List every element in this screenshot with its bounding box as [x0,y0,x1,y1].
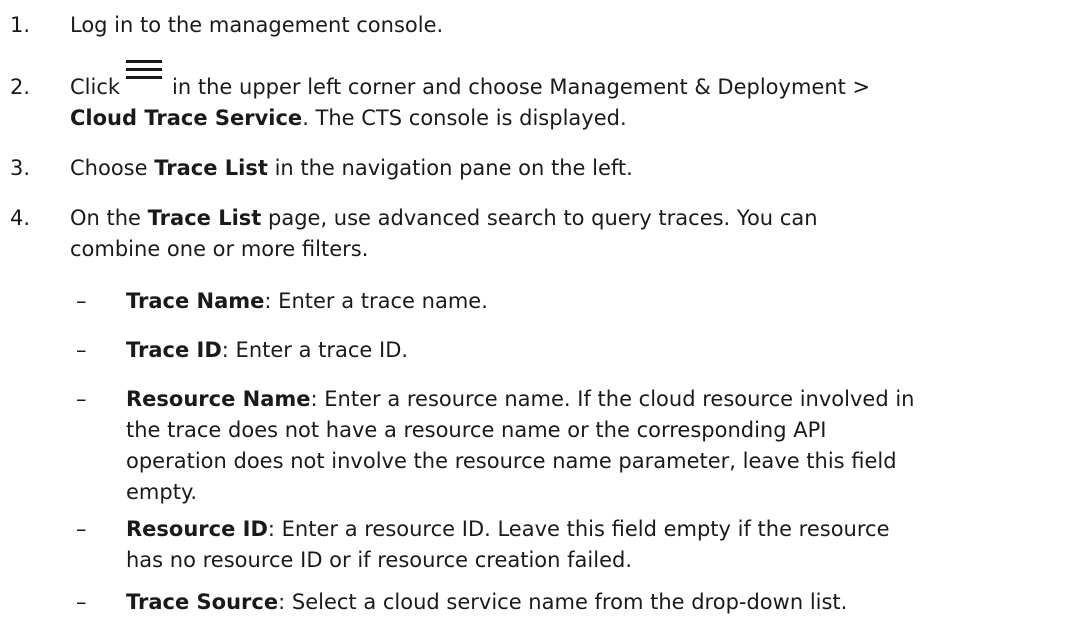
list-dash: – [76,590,87,614]
step-number: 4. [10,206,31,230]
list-dash: – [76,289,87,313]
filter-term: Trace Name [126,289,265,313]
step-text: Click in the upper left corner and choose… [70,60,1052,134]
list-dash: – [76,387,87,411]
list-dash: – [76,338,87,362]
step-number: 2. [10,75,31,99]
step-bold-term: Trace List [154,156,268,180]
filter-term: Trace ID [126,338,222,362]
step-text: Log in to the management console. [70,13,444,37]
menu-icon [124,60,164,93]
filter-term: Trace Source [126,590,279,614]
list-dash: – [76,517,87,541]
step-bold-term: Trace List [147,206,262,230]
step-text: Choose Trace List in the navigation pane… [70,156,633,180]
step-bold-term: Cloud Trace Service [70,106,303,130]
document-page: 1. Log in to the management console. 2. … [0,0,1072,624]
step-number: 3. [10,156,31,180]
step-number: 1. [10,13,31,37]
filter-term: Resource ID [126,517,268,541]
filter-term: Resource Name [126,387,311,411]
step-text: On the Trace List page, use advanced sea… [70,206,818,261]
